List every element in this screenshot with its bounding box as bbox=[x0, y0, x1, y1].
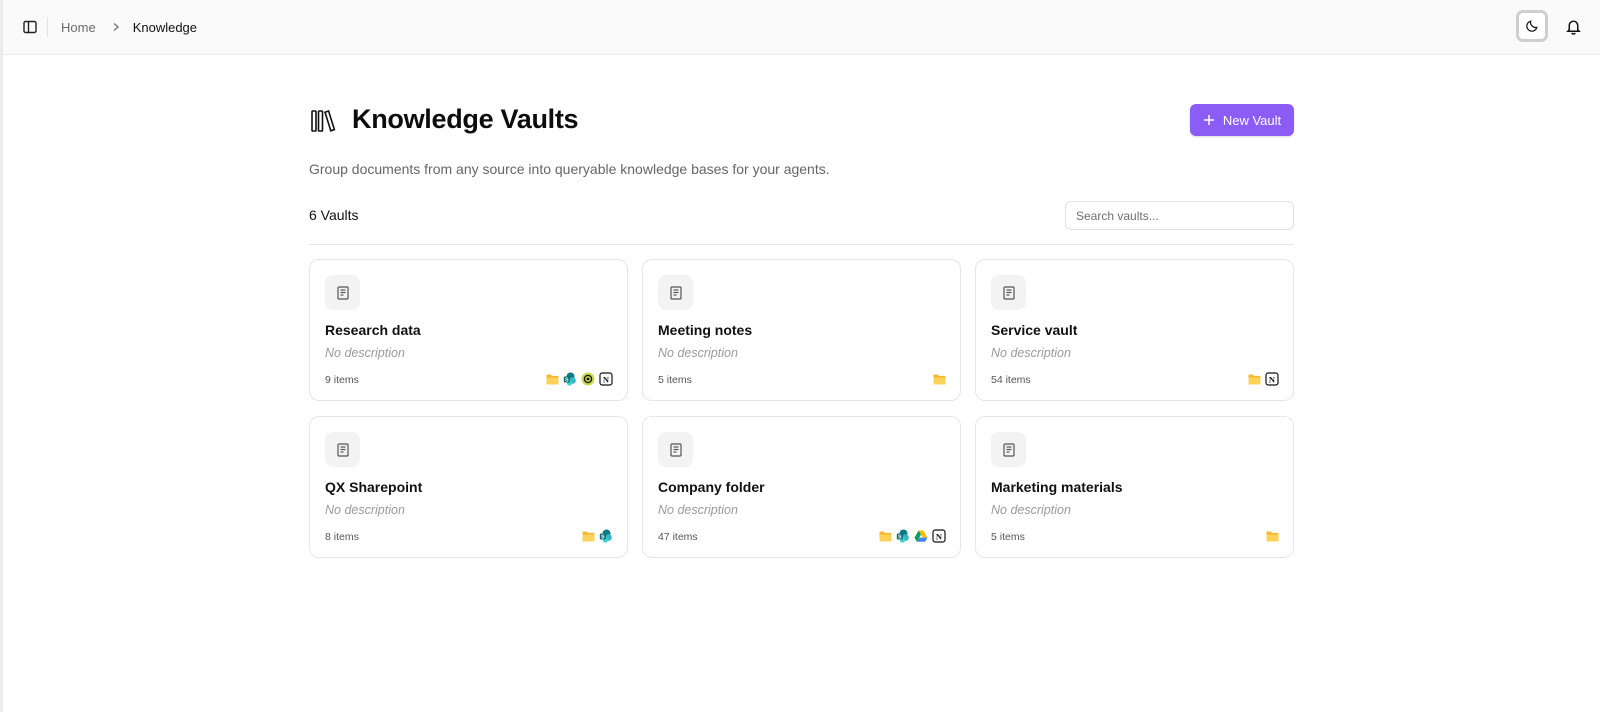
svg-text:N: N bbox=[936, 531, 943, 541]
vault-description: No description bbox=[991, 503, 1071, 517]
openai-icon bbox=[581, 372, 595, 386]
page-subtitle: Group documents from any source into que… bbox=[309, 161, 830, 177]
vault-sources: S bbox=[581, 529, 613, 543]
vault-sources: SN bbox=[545, 372, 613, 386]
vault-sources bbox=[932, 372, 946, 386]
folder-icon bbox=[878, 529, 892, 543]
vault-item-count: 54 items bbox=[991, 374, 1031, 386]
vault-item-count: 9 items bbox=[325, 374, 359, 386]
chevron-right-icon bbox=[112, 22, 120, 32]
folder-icon bbox=[545, 372, 559, 386]
vault-title: Marketing materials bbox=[991, 479, 1123, 495]
vault-item-count: 8 items bbox=[325, 531, 359, 543]
theme-toggle-button[interactable] bbox=[1516, 10, 1548, 42]
vault-item-count: 5 items bbox=[658, 374, 692, 386]
document-icon bbox=[991, 432, 1026, 467]
vault-title: QX Sharepoint bbox=[325, 479, 423, 495]
vault-description: No description bbox=[658, 346, 738, 360]
section-divider bbox=[309, 244, 1294, 245]
vault-card[interactable]: Research data No description 9 items SN bbox=[309, 259, 628, 401]
folder-icon bbox=[932, 372, 946, 386]
vault-item-count: 5 items bbox=[991, 531, 1025, 543]
vault-title: Meeting notes bbox=[658, 322, 753, 338]
svg-text:S: S bbox=[565, 377, 569, 383]
svg-text:N: N bbox=[1269, 374, 1276, 384]
document-icon bbox=[325, 432, 360, 467]
sharepoint-icon: S bbox=[563, 372, 577, 386]
folder-icon bbox=[581, 529, 595, 543]
document-icon bbox=[658, 432, 693, 467]
vault-description: No description bbox=[991, 346, 1071, 360]
notion-icon: N bbox=[599, 372, 613, 386]
new-vault-button[interactable]: New Vault bbox=[1190, 104, 1294, 136]
vault-sources bbox=[1265, 529, 1279, 543]
sidebar-toggle-button[interactable] bbox=[18, 15, 42, 39]
library-icon bbox=[311, 109, 336, 132]
vault-card[interactable]: Meeting notes No description 5 items bbox=[642, 259, 961, 401]
plus-icon bbox=[1203, 115, 1214, 125]
notion-icon: N bbox=[1265, 372, 1279, 386]
folder-icon bbox=[1265, 529, 1279, 543]
document-icon bbox=[325, 275, 360, 310]
page-title: Knowledge Vaults bbox=[352, 104, 579, 134]
notion-icon: N bbox=[932, 529, 946, 543]
vault-description: No description bbox=[325, 503, 405, 517]
moon-icon bbox=[1526, 20, 1538, 32]
vault-card[interactable]: Company folder No description 47 items S… bbox=[642, 416, 961, 558]
document-icon bbox=[658, 275, 693, 310]
top-bar: Home Knowledge bbox=[3, 0, 1600, 55]
bell-icon bbox=[1565, 19, 1581, 35]
document-icon bbox=[991, 275, 1026, 310]
folder-icon bbox=[1247, 372, 1261, 386]
vault-sources: N bbox=[1247, 372, 1279, 386]
vault-sources: SN bbox=[878, 529, 946, 543]
vault-description: No description bbox=[325, 346, 405, 360]
svg-text:N: N bbox=[603, 374, 610, 384]
breadcrumb: Home Knowledge bbox=[61, 17, 197, 37]
search-vaults-input[interactable] bbox=[1065, 201, 1294, 230]
svg-text:S: S bbox=[898, 534, 902, 540]
vault-title: Company folder bbox=[658, 479, 765, 495]
sidebar-icon bbox=[23, 20, 37, 34]
vault-item-count: 47 items bbox=[658, 531, 698, 543]
breadcrumb-home[interactable]: Home bbox=[61, 20, 96, 35]
vault-count: 6 Vaults bbox=[309, 207, 359, 223]
vault-description: No description bbox=[658, 503, 738, 517]
svg-text:S: S bbox=[601, 534, 605, 540]
window-edge bbox=[0, 0, 3, 712]
google-drive-icon bbox=[914, 529, 928, 543]
breadcrumb-current: Knowledge bbox=[132, 19, 198, 35]
vault-card[interactable]: QX Sharepoint No description 8 items S bbox=[309, 416, 628, 558]
notifications-button[interactable] bbox=[1560, 13, 1586, 39]
sharepoint-icon: S bbox=[599, 529, 613, 543]
sharepoint-icon: S bbox=[896, 529, 910, 543]
new-vault-label: New Vault bbox=[1222, 112, 1282, 128]
vault-title: Service vault bbox=[991, 322, 1078, 338]
topbar-divider bbox=[47, 17, 48, 37]
vault-card[interactable]: Marketing materials No description 5 ite… bbox=[975, 416, 1294, 558]
vault-card[interactable]: Service vault No description 54 items N bbox=[975, 259, 1294, 401]
vault-title: Research data bbox=[325, 322, 421, 338]
